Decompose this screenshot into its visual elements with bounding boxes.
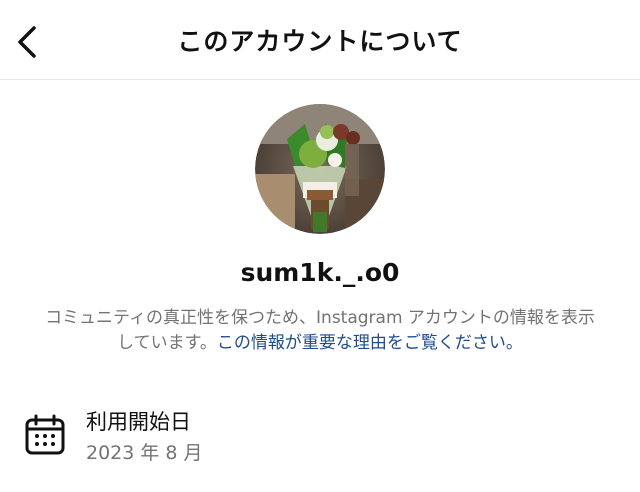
avatar [255,104,385,234]
calendar-icon [25,414,65,455]
page-title: このアカウントについて [177,27,463,56]
username: sum1k._.o0 [240,258,400,287]
app-header: このアカウントについて [0,0,640,80]
account-info-description: コミュニティの真正性を保つため、Instagram アカウントの情報を表示してい… [40,306,600,356]
date-joined-value: 2023 年 8 月 [86,442,203,464]
date-joined-row: 利用開始日 2023 年 8 月 [24,404,624,464]
learn-why-link[interactable]: この情報が重要な理由をご覧ください。 [217,333,523,353]
date-joined-label: 利用開始日 [86,410,191,434]
